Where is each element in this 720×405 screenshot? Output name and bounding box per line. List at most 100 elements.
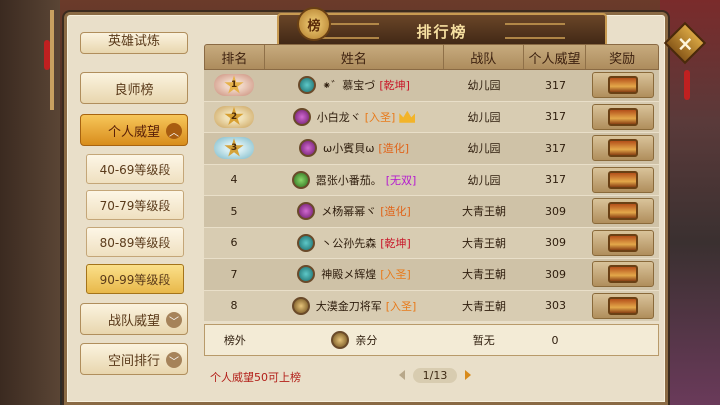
red-tassel — [684, 70, 690, 100]
prev-page-icon[interactable] — [398, 370, 405, 380]
treasure-chest-icon — [608, 202, 638, 221]
rank-cell: 3 — [204, 133, 264, 164]
ranking-emblem-label: 榜 — [307, 18, 321, 34]
sidebar-item-personal-prestige[interactable]: 个人威望 ︿ — [80, 114, 188, 146]
rank-number: 4 — [230, 173, 238, 187]
rank-tag: [造化] — [380, 205, 411, 219]
prestige-cell: 309 — [545, 236, 566, 250]
sub-item-level-90-99[interactable]: 90-99等级段 — [86, 264, 184, 294]
sidebar-item-label: 良师榜 — [114, 82, 154, 98]
name-cell: 大漠金刀将军 [入圣] — [264, 291, 444, 322]
my-reward-cell — [586, 325, 658, 355]
avatar — [297, 265, 316, 284]
rank-number: 3 — [230, 143, 238, 154]
team-cell: 大青王朝 — [462, 268, 506, 282]
name-cell: 神殿メ辉煌 [入圣] — [264, 259, 444, 290]
sidebar-item-hero-trial[interactable]: 英雄试炼 — [80, 32, 188, 54]
table-row[interactable]: 2 小白龙ヾ [入圣] 幼儿园 317 — [204, 101, 659, 133]
prestige-cell: 317 — [545, 110, 566, 124]
ranking-table: 排名 姓名 战队 个人威望 奖励 1 ⁕゛慕宝づ [乾坤] 幼儿园 317 2 … — [204, 44, 659, 322]
reward-cell — [587, 228, 659, 259]
pager: 1/13 — [390, 366, 480, 384]
table-row[interactable]: 6 丶公孙先森 [乾坤] 大青王朝 309 — [204, 227, 659, 259]
sidebar-item-team-prestige[interactable]: 战队威望 ﹀ — [80, 303, 188, 335]
table-row[interactable]: 3 ω小賓貝ω [造化] 幼儿园 317 — [204, 133, 659, 165]
rank-tag: [乾坤] — [380, 236, 411, 250]
prestige-cell: 317 — [545, 173, 566, 187]
name-cell: メ杨幂幂ヾ [造化] — [264, 196, 444, 227]
prestige-cell: 309 — [545, 267, 566, 281]
table-header: 排名 姓名 战队 个人威望 奖励 — [204, 44, 659, 70]
rank-cell: 2 — [204, 102, 264, 133]
rank-badge-icon: 1 — [214, 74, 254, 97]
sub-item-level-80-89[interactable]: 80-89等级段 — [86, 227, 184, 257]
prestige-cell: 317 — [545, 78, 566, 92]
reward-button[interactable] — [592, 261, 654, 288]
sidebar-item-mentor-rank[interactable]: 良师榜 — [80, 72, 188, 104]
player-name: 小白龙ヾ — [316, 110, 361, 124]
rank-cell: 8 — [204, 291, 264, 322]
team-cell: 幼儿园 — [467, 173, 501, 187]
close-icon: × — [676, 30, 694, 55]
name-cell: ⁕゛慕宝づ [乾坤] — [264, 70, 444, 101]
column-header-rank: 排名 — [205, 45, 265, 69]
reward-button[interactable] — [592, 198, 654, 225]
background-right-scenery — [660, 0, 720, 405]
reward-button[interactable] — [592, 72, 654, 99]
player-name: メ杨幂幂ヾ — [321, 205, 377, 219]
table-row[interactable]: 8 大漠金刀将军 [入圣] 大青王朝 303 — [204, 290, 659, 322]
reward-cell — [587, 133, 659, 164]
player-name: 神殿メ辉煌 — [321, 268, 377, 282]
sub-item-label: 40-69等级段 — [99, 162, 171, 177]
sub-item-level-70-79[interactable]: 70-79等级段 — [86, 190, 184, 220]
reward-button[interactable] — [592, 166, 654, 193]
avatar — [291, 170, 310, 189]
rank-tag: [入圣] — [385, 299, 417, 313]
next-page-icon[interactable] — [465, 370, 472, 380]
sub-item-label: 90-99等级段 — [99, 272, 171, 287]
treasure-chest-icon — [608, 76, 638, 95]
avatar — [292, 107, 311, 126]
rank-cell: 1 — [204, 70, 264, 101]
avatar — [297, 233, 316, 252]
rank-number: 5 — [230, 204, 238, 218]
ranking-emblem-icon: 榜 — [297, 7, 331, 41]
rank-badge-icon: 3 — [214, 137, 254, 160]
sub-item-level-40-69[interactable]: 40-69等级段 — [86, 154, 184, 184]
reward-button[interactable] — [592, 135, 654, 162]
rank-cell: 5 — [204, 196, 264, 227]
page-title: 排行榜 — [416, 22, 468, 41]
rank-badge-icon: 2 — [214, 105, 254, 128]
reward-cell — [587, 70, 659, 101]
sidebar-item-space-rank[interactable]: 空间排行 ﹀ — [80, 343, 188, 375]
table-row[interactable]: 5 メ杨幂幂ヾ [造化] 大青王朝 309 — [204, 196, 659, 228]
reward-button[interactable] — [592, 103, 654, 130]
reward-cell — [587, 165, 659, 196]
prestige-cell: 317 — [545, 141, 566, 155]
column-header-team: 战队 — [444, 45, 524, 69]
reward-button[interactable] — [592, 292, 654, 319]
reward-cell — [587, 102, 659, 133]
my-prestige: 0 — [551, 333, 559, 347]
rank-number: 7 — [230, 267, 238, 281]
chevron-down-icon: ﹀ — [166, 352, 182, 368]
player-name: ⁕゛慕宝づ — [322, 79, 376, 93]
player-name: ω小賓貝ω — [322, 142, 375, 156]
table-body: 1 ⁕゛慕宝づ [乾坤] 幼儿园 317 2 小白龙ヾ [入圣] 幼儿园 317… — [204, 70, 659, 322]
name-cell: 丶公孙先森 [乾坤] — [264, 228, 444, 259]
reward-button[interactable] — [592, 229, 654, 256]
team-cell: 幼儿园 — [467, 79, 501, 93]
treasure-chest-icon — [608, 296, 638, 315]
table-row[interactable]: 1 ⁕゛慕宝づ [乾坤] 幼儿园 317 — [204, 70, 659, 102]
rank-star-icon: 3 — [224, 138, 244, 157]
sub-item-label: 70-79等级段 — [99, 198, 171, 213]
crown-icon — [399, 110, 416, 123]
prestige-cell: 303 — [545, 299, 566, 313]
table-row[interactable]: 7 神殿メ辉煌 [入圣] 大青王朝 309 — [204, 259, 659, 291]
table-row[interactable]: 4 嚣张小番茄。 [无双] 幼儿园 317 — [204, 164, 659, 196]
reward-cell — [587, 196, 659, 227]
my-team: 暂无 — [472, 334, 495, 347]
reward-cell — [587, 291, 659, 322]
sidebar-item-label: 战队威望 — [107, 313, 160, 329]
my-name-cell: 亲分 — [265, 325, 444, 355]
